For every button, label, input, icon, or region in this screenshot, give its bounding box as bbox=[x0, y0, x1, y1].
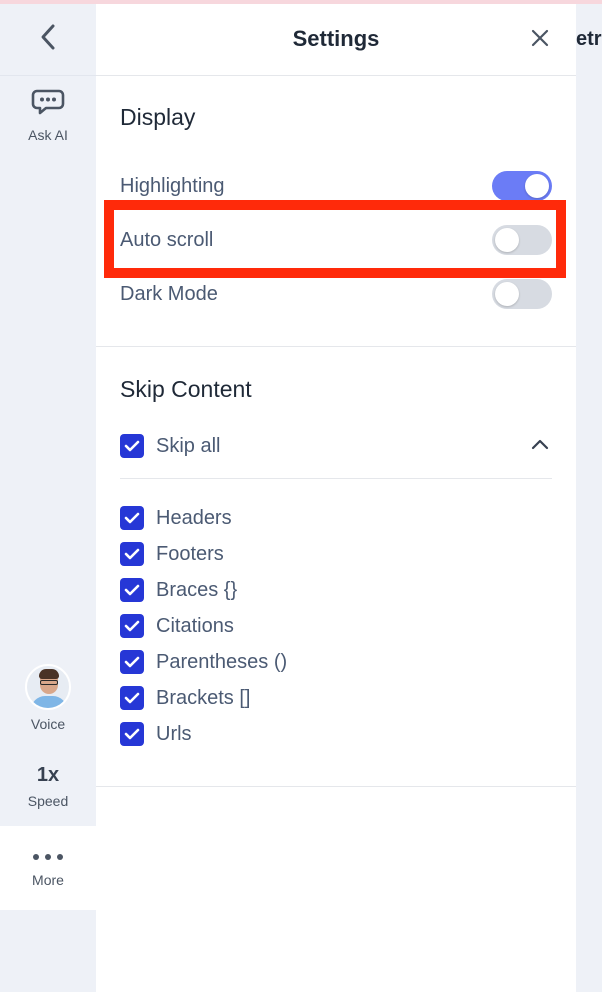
chat-bubble-icon bbox=[31, 88, 65, 121]
ask-ai-label: Ask AI bbox=[28, 127, 68, 143]
ask-ai-button[interactable]: Ask AI bbox=[0, 88, 96, 152]
skip-item-urls[interactable]: Urls bbox=[120, 719, 192, 749]
chevron-left-icon bbox=[38, 23, 58, 56]
dark-mode-label: Dark Mode bbox=[120, 282, 218, 305]
highlighting-toggle[interactable] bbox=[492, 171, 552, 201]
settings-panel: Settings Display Highlighting Auto scrol… bbox=[96, 4, 576, 992]
skip-all-label: Skip all bbox=[156, 434, 221, 457]
parentheses-checkbox[interactable] bbox=[120, 650, 144, 674]
skip-item-parentheses[interactable]: Parentheses () bbox=[120, 647, 287, 677]
urls-label: Urls bbox=[156, 722, 192, 745]
skip-item-brackets[interactable]: Brackets [] bbox=[120, 683, 250, 713]
background-page-edge: etr bbox=[576, 4, 602, 992]
highlighting-label: Highlighting bbox=[120, 174, 225, 197]
close-button[interactable] bbox=[526, 26, 554, 54]
speed-value: 1x bbox=[36, 764, 60, 786]
voice-button[interactable]: Voice bbox=[0, 664, 96, 732]
headers-label: Headers bbox=[156, 506, 232, 529]
skip-item-citations[interactable]: Citations bbox=[120, 611, 234, 641]
more-label: More bbox=[32, 872, 64, 888]
speed-label: Speed bbox=[27, 793, 69, 809]
footers-label: Footers bbox=[156, 542, 224, 565]
bottom-divider bbox=[96, 786, 576, 787]
collapse-button[interactable] bbox=[528, 434, 552, 458]
braces-label: Braces {} bbox=[156, 578, 238, 601]
dark-mode-row: Dark Mode bbox=[120, 274, 552, 314]
display-section-title: Display bbox=[120, 104, 196, 130]
voice-avatar bbox=[25, 664, 71, 710]
citations-checkbox[interactable] bbox=[120, 614, 144, 638]
close-icon bbox=[530, 28, 550, 53]
skip-all-row[interactable]: Skip all bbox=[120, 431, 220, 461]
footers-checkbox[interactable] bbox=[120, 542, 144, 566]
headers-checkbox[interactable] bbox=[120, 506, 144, 530]
skip-all-checkbox[interactable] bbox=[120, 434, 144, 458]
auto-scroll-highlight bbox=[104, 200, 566, 278]
citations-label: Citations bbox=[156, 614, 234, 637]
urls-checkbox[interactable] bbox=[120, 722, 144, 746]
more-dots-icon bbox=[32, 848, 64, 866]
skip-item-headers[interactable]: Headers bbox=[120, 503, 232, 533]
skip-all-divider bbox=[120, 478, 552, 479]
dark-mode-toggle[interactable] bbox=[492, 279, 552, 309]
skip-item-footers[interactable]: Footers bbox=[120, 539, 224, 569]
section-divider bbox=[96, 346, 576, 347]
left-rail: Ask AI Voice 1x Speed More bbox=[0, 4, 96, 992]
brackets-label: Brackets [] bbox=[156, 686, 251, 709]
skip-item-braces[interactable]: Braces {} bbox=[120, 575, 237, 605]
more-button[interactable]: More bbox=[0, 826, 96, 910]
braces-checkbox[interactable] bbox=[120, 578, 144, 602]
skip-section-title: Skip Content bbox=[120, 376, 252, 402]
panel-title: Settings bbox=[292, 26, 380, 51]
parentheses-label: Parentheses () bbox=[156, 650, 288, 673]
panel-header: Settings bbox=[96, 4, 576, 76]
speed-button[interactable]: 1x Speed bbox=[0, 764, 96, 809]
brackets-checkbox[interactable] bbox=[120, 686, 144, 710]
background-page-text: etr bbox=[576, 28, 602, 50]
voice-label: Voice bbox=[30, 716, 66, 732]
chevron-up-icon bbox=[531, 437, 549, 455]
back-button[interactable] bbox=[0, 4, 96, 76]
